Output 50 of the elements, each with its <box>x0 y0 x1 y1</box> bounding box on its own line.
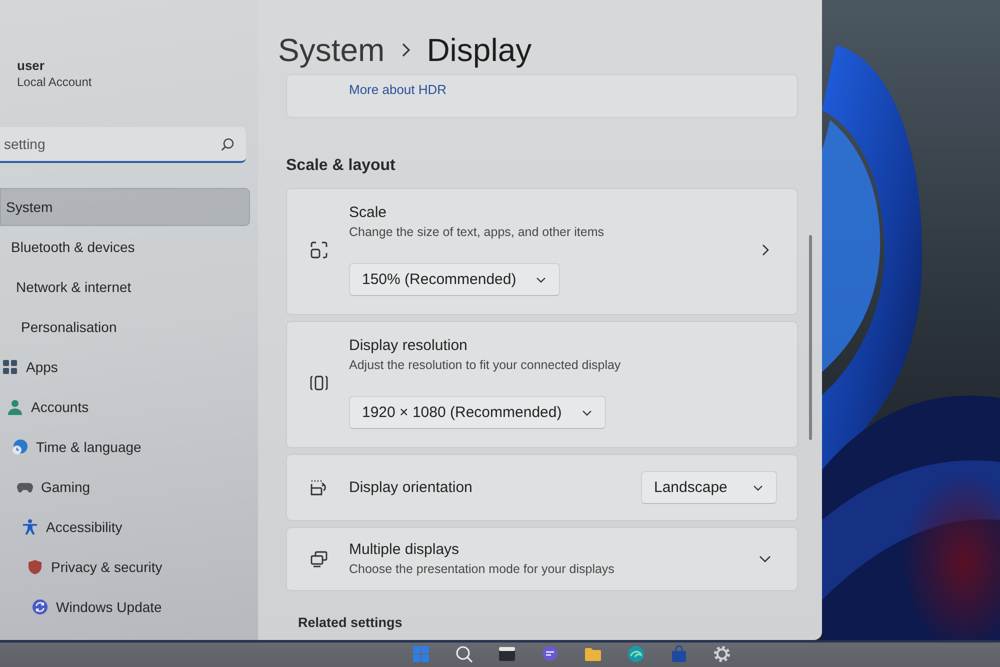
search-icon[interactable] <box>455 644 473 662</box>
setting-description: Change the size of text, apps, and other items <box>349 224 606 241</box>
user-name: user <box>17 58 44 73</box>
search-icon[interactable] <box>221 138 234 151</box>
nav-item[interactable]: Windows Update <box>0 588 250 626</box>
circular-arrows-icon <box>32 599 48 615</box>
search-field[interactable]: setting <box>0 127 246 163</box>
section-heading: Related settings <box>298 615 404 630</box>
setting-title: Display resolution <box>349 336 468 356</box>
nav-item[interactable]: Bluetooth & devices <box>0 228 250 266</box>
dropdown[interactable]: 150% (Recommended) <box>349 263 560 296</box>
nav-item[interactable]: Network & internet <box>0 268 250 306</box>
nav-item[interactable]: Privacy & security <box>0 548 250 586</box>
chevron-down-icon <box>582 410 592 416</box>
setting-description: Adjust the resolution to fit your connected display <box>349 357 622 374</box>
setting-title: Multiple displays <box>349 540 460 560</box>
setting-description: Choose the presentation mode for your displays <box>349 561 616 578</box>
window-icon[interactable] <box>498 644 516 662</box>
accessibility-icon <box>22 519 38 535</box>
breadcrumb-link[interactable]: System <box>278 32 385 68</box>
dropdown[interactable]: 1920 × 1080 (Recommended) <box>349 396 606 429</box>
square-corners-icon <box>309 240 329 260</box>
gear-icon[interactable] <box>713 644 731 662</box>
chevron-down-icon <box>536 276 546 282</box>
shield-icon <box>27 559 43 575</box>
scrollbar-thumb[interactable] <box>808 235 812 440</box>
chat-bubble-icon[interactable] <box>541 644 559 662</box>
screen-rotate-icon <box>309 478 329 498</box>
chevron-down-icon[interactable] <box>759 553 771 565</box>
setting-title: Display orientation <box>349 478 474 498</box>
nav-item[interactable]: System <box>0 188 250 226</box>
nav-item[interactable]: Personalisation <box>0 308 250 346</box>
nav-item[interactable]: Accessibility <box>0 508 250 546</box>
link[interactable]: More about HDR <box>349 82 447 97</box>
nav-item[interactable]: Apps <box>0 348 250 386</box>
person-icon <box>7 399 23 415</box>
section-heading: Scale & layout <box>286 156 396 176</box>
nav-item[interactable]: Accounts <box>0 388 250 426</box>
app-grid-icon <box>2 359 18 375</box>
chevron-down-icon <box>753 484 763 490</box>
two-monitors-icon <box>309 549 329 569</box>
nav-item[interactable]: Time & language <box>0 428 250 466</box>
nav-item[interactable]: Gaming <box>0 468 250 506</box>
page-title: Display <box>426 32 532 68</box>
swirl-icon[interactable] <box>627 644 645 662</box>
dropdown[interactable]: Landscape <box>641 471 777 504</box>
account-type: Local Account <box>17 75 92 89</box>
globe-clock-icon <box>12 439 28 455</box>
chevron-right-icon <box>400 43 411 57</box>
setting-title: Scale <box>349 203 388 223</box>
